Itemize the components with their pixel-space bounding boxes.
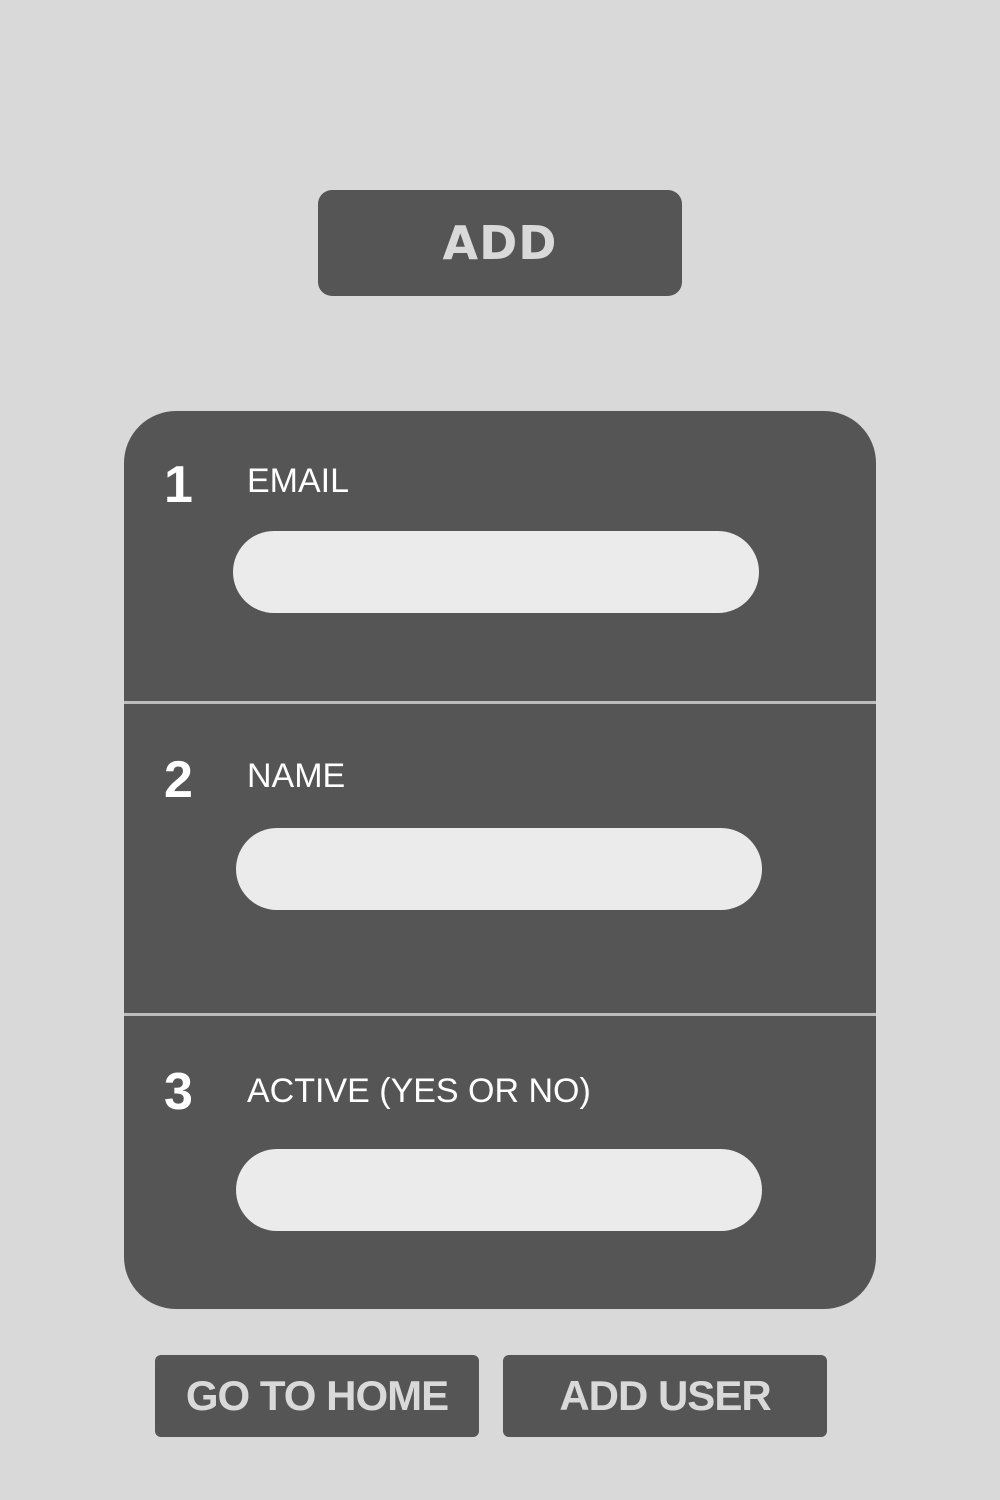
- add-user-button[interactable]: ADD USER: [503, 1355, 827, 1437]
- active-field-section: 3 ACTIVE (YES OR NO): [124, 1016, 876, 1309]
- email-input[interactable]: [233, 531, 759, 613]
- email-label: EMAIL: [247, 462, 350, 500]
- field-number: 1: [164, 456, 193, 514]
- active-label: ACTIVE (YES OR NO): [247, 1072, 591, 1110]
- add-title-button[interactable]: ADD: [318, 190, 682, 296]
- name-input[interactable]: [236, 828, 762, 910]
- go-to-home-button[interactable]: GO TO HOME: [155, 1355, 479, 1437]
- add-user-form: 1 EMAIL 2 NAME 3 ACTIVE (YES OR NO): [124, 411, 876, 1309]
- name-field-section: 2 NAME: [124, 704, 876, 1013]
- active-input[interactable]: [236, 1149, 762, 1231]
- email-field-section: 1 EMAIL: [124, 411, 876, 701]
- name-label: NAME: [247, 757, 346, 795]
- field-number: 2: [164, 751, 193, 809]
- field-number: 3: [164, 1063, 193, 1121]
